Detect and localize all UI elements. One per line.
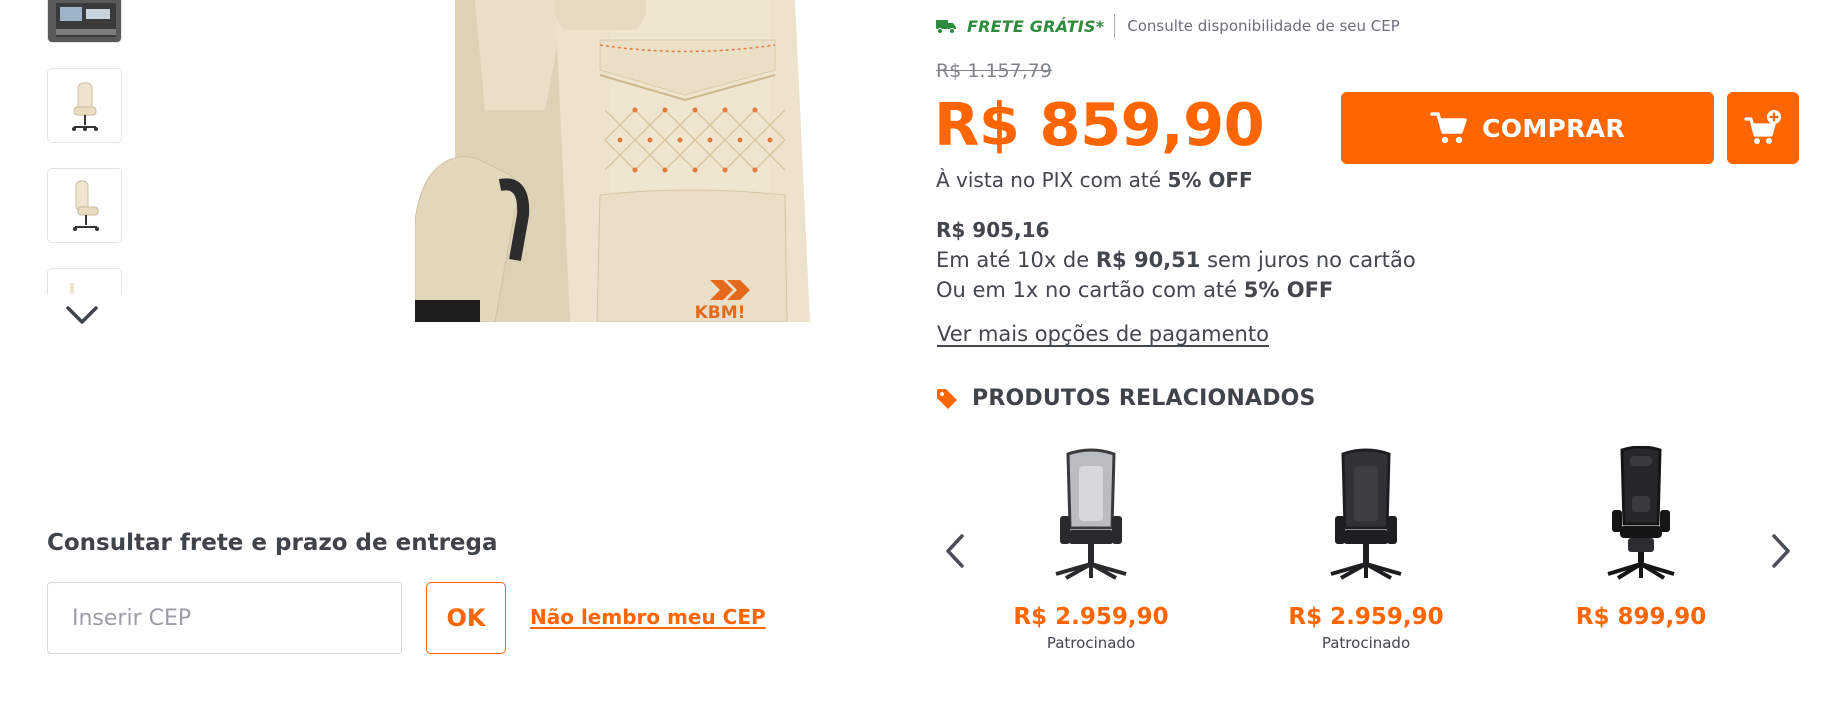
add-to-cart-button[interactable] — [1727, 92, 1799, 164]
shipping-calc-title: Consultar frete e prazo de entrega — [47, 530, 498, 556]
onetime-discount: 5% OFF — [1243, 278, 1334, 302]
pix-discount-line: À vista no PIX com até 5% OFF — [936, 168, 1253, 192]
related-products-title: PRODUTOS RELACIONADOS — [972, 386, 1316, 411]
related-product-image — [1330, 448, 1402, 580]
onetime-prefix: Ou em 1x no cartão com até — [936, 278, 1244, 302]
thumbnail-chair-side[interactable] — [47, 68, 122, 143]
chevron-left-icon[interactable] — [940, 530, 970, 572]
tag-icon — [937, 388, 957, 409]
cep-input[interactable] — [47, 582, 402, 654]
thumbnail-partial[interactable] — [47, 268, 122, 294]
product-main-image: KBM! — [415, 0, 898, 322]
related-product-card[interactable]: R$ 2.959,90 Patrocinado — [1251, 446, 1481, 652]
old-price: R$ 1.157,79 — [936, 60, 1052, 82]
related-product-image — [1055, 448, 1127, 580]
sponsored-label: Patrocinado — [1046, 634, 1136, 652]
cart-icon — [1430, 112, 1467, 144]
related-product-price: R$ 2.959,90 — [1288, 604, 1444, 630]
thumbnail-image — [73, 180, 99, 231]
ok-button[interactable]: OK — [426, 582, 506, 654]
onetime-card-line: Ou em 1x no cartão com até 5% OFF — [936, 278, 1333, 302]
pix-discount: 5% OFF — [1167, 168, 1253, 192]
thumbnail-image — [70, 283, 74, 294]
shipping-note: Consulte disponibilidade de seu CEP — [1127, 17, 1400, 35]
related-products-heading: PRODUTOS RELACIONADOS — [936, 386, 1316, 411]
truck-icon — [936, 20, 956, 34]
card-total-price: R$ 905,16 — [936, 218, 1050, 242]
related-product-price: R$ 899,90 — [1575, 604, 1707, 630]
related-product-card[interactable]: R$ 2.959,90 Patrocinado — [976, 446, 1206, 652]
related-product-card[interactable]: R$ 899,90 — [1526, 446, 1756, 634]
installment-value: R$ 90,51 — [1095, 248, 1201, 272]
sponsored-label: Patrocinado — [1321, 634, 1411, 652]
installments-suffix: sem juros no cartão — [1200, 248, 1416, 272]
divider — [1114, 14, 1116, 38]
cart-plus-icon — [1744, 110, 1781, 144]
thumbnail-setup[interactable] — [47, 0, 122, 43]
thumbnail-image — [48, 0, 121, 42]
free-shipping-banner: FRETE GRÁTIS* Consulte disponibilidade d… — [936, 14, 1400, 38]
related-product-image — [1607, 446, 1675, 580]
buy-button[interactable]: COMPRAR — [1341, 92, 1714, 164]
chevron-down-icon[interactable] — [62, 300, 102, 330]
related-product-price: R$ 2.959,90 — [1013, 604, 1169, 630]
installments-prefix: Em até 10x de — [936, 248, 1096, 272]
more-payment-options-link[interactable]: Ver mais opções de pagamento — [937, 322, 1269, 346]
buy-button-label: COMPRAR — [1482, 113, 1625, 143]
current-price: R$ 859,90 — [934, 90, 1265, 159]
chevron-right-icon[interactable] — [1766, 530, 1796, 572]
thumbnail-chair-side-2[interactable] — [47, 168, 122, 243]
free-shipping-label: FRETE GRÁTIS* — [967, 16, 1105, 36]
thumbnail-image — [72, 82, 98, 131]
forgot-cep-link[interactable]: Não lembro meu CEP — [530, 605, 766, 629]
pix-text: À vista no PIX com até — [936, 168, 1168, 192]
brand-logo-text: KBM! — [695, 303, 746, 322]
installments-line: Em até 10x de R$ 90,51 sem juros no cart… — [936, 248, 1416, 272]
